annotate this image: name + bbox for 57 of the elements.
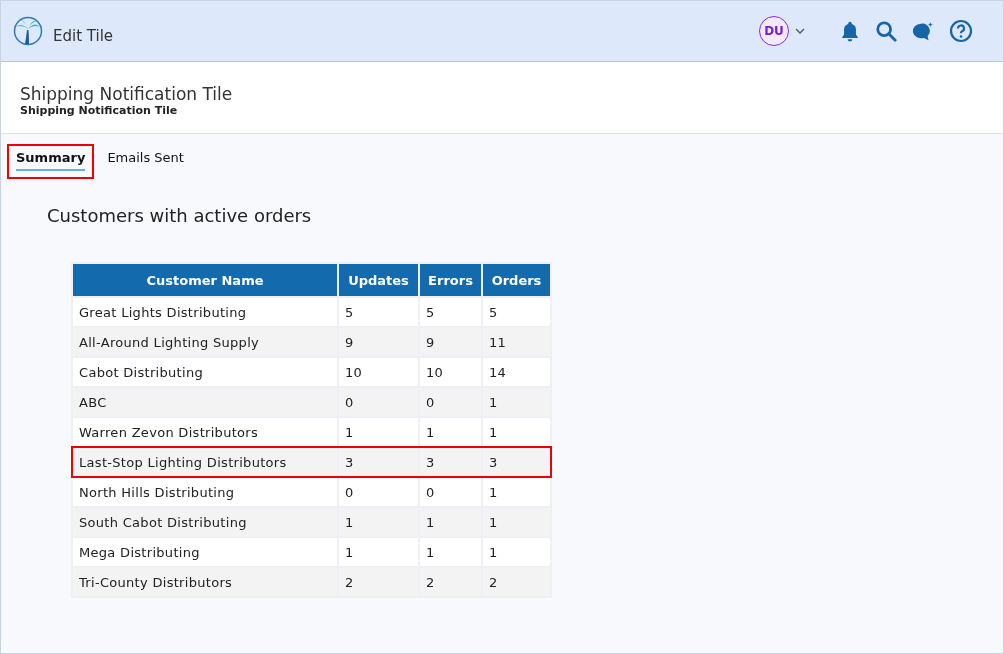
table-cell: 1 [420,508,481,536]
table-cell: 0 [420,478,481,506]
table-cell: 1 [339,538,418,566]
table-cell: 1 [339,418,418,446]
table-cell: 9 [420,328,481,356]
table-cell: Cabot Distributing [73,358,337,386]
table-cell: South Cabot Distributing [73,508,337,536]
column-header: Errors [420,264,481,296]
table-cell: 1 [483,508,550,536]
help-icon[interactable] [949,19,973,43]
table-cell: 1 [420,418,481,446]
section-title: Customers with active orders [47,205,313,226]
table-cell: 1 [483,418,550,446]
table-cell: 1 [420,538,481,566]
table-cell: 2 [339,568,418,596]
table-cell: 3 [339,448,418,476]
table-cell: Mega Distributing [73,538,337,566]
page-title: Shipping Notification Tile [20,84,234,104]
table-cell: 5 [483,298,550,326]
column-header: Updates [339,264,418,296]
table-cell: North Hills Distributing [73,478,337,506]
app-title: Edit Tile [53,27,114,45]
table-cell: Tri-County Distributors [73,568,337,596]
table-cell: 5 [339,298,418,326]
search-icon[interactable] [875,20,897,42]
chevron-down-icon[interactable] [795,28,805,34]
table-cell: 3 [483,448,550,476]
table-cell: 1 [483,478,550,506]
chat-sparkle-icon[interactable] [911,20,935,42]
user-avatar[interactable]: DU [759,16,789,46]
column-header: Orders [483,264,550,296]
table-cell: 10 [420,358,481,386]
table-cell: 1 [483,538,550,566]
table-cell: 1 [339,508,418,536]
table-cell: 2 [483,568,550,596]
table-cell: Great Lights Distributing [73,298,337,326]
tab[interactable]: Summary [7,144,95,179]
table-cell: 9 [339,328,418,356]
notification-bell-icon[interactable] [839,20,861,42]
tab[interactable]: Emails Sent [98,144,193,179]
table-cell: 3 [420,448,481,476]
table-cell: All-Around Lighting Supply [73,328,337,356]
table-cell: 0 [339,478,418,506]
table-cell: ABC [73,388,337,416]
table-cell: 0 [420,388,481,416]
table-cell: 1 [483,388,550,416]
page-subtitle: Shipping Notification Tile [20,104,179,117]
palm-tree-logo [13,16,43,46]
table-cell: 10 [339,358,418,386]
table-cell: 2 [420,568,481,596]
table-cell: 14 [483,358,550,386]
table-cell: 11 [483,328,550,356]
table-cell: Last-Stop Lighting Distributors [73,448,337,476]
column-header: Customer Name [73,264,337,296]
table-cell: 5 [420,298,481,326]
table-cell: Warren Zevon Distributors [73,418,337,446]
table-cell: 0 [339,388,418,416]
